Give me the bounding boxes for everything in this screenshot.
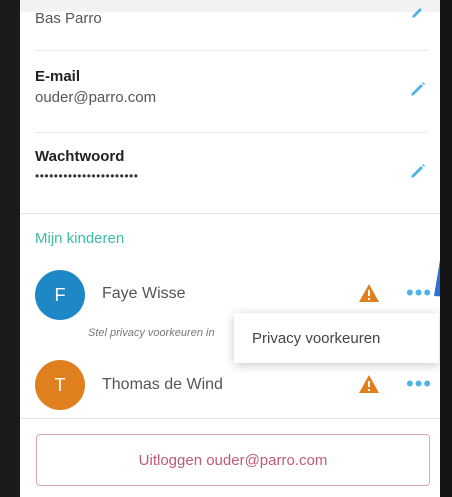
- device-frame-right: [440, 0, 452, 497]
- pencil-icon[interactable]: [408, 160, 428, 180]
- avatar: F: [35, 270, 85, 320]
- child-name[interactable]: Faye Wisse: [102, 285, 186, 303]
- divider: [35, 50, 428, 51]
- privacy-hint: Stel privacy voorkeuren in: [88, 327, 215, 339]
- email-field: E-mail ouder@parro.com: [35, 68, 430, 106]
- section-divider: [20, 418, 440, 419]
- name-field: Bas Parro: [35, 10, 430, 27]
- section-title-children: Mijn kinderen: [35, 230, 125, 247]
- warning-icon[interactable]: [358, 283, 380, 303]
- email-value: ouder@parro.com: [35, 89, 157, 106]
- screen: Bas Parro E-mail ouder@parro.com Wachtwo…: [20, 0, 440, 497]
- more-options-icon[interactable]: •••: [406, 373, 432, 395]
- logout-label: Uitloggen ouder@parro.com: [138, 451, 328, 469]
- password-field: Wachtwoord ••••••••••••••••••••••: [35, 148, 430, 183]
- section-divider: [20, 213, 440, 214]
- avatar-initial: F: [54, 284, 66, 305]
- device-frame-left: [0, 0, 20, 497]
- password-value: ••••••••••••••••••••••: [35, 169, 139, 183]
- password-label: Wachtwoord: [35, 148, 125, 165]
- divider: [35, 132, 428, 133]
- warning-icon[interactable]: [358, 374, 380, 394]
- menu-item-privacy-preferences[interactable]: Privacy voorkeuren: [252, 330, 380, 347]
- email-label: E-mail: [35, 68, 81, 85]
- avatar-initial: T: [54, 374, 66, 395]
- context-menu: Privacy voorkeuren: [234, 313, 439, 363]
- logout-button[interactable]: Uitloggen ouder@parro.com: [36, 434, 430, 486]
- pencil-icon[interactable]: [408, 2, 428, 22]
- avatar: T: [35, 360, 85, 410]
- name-value: Bas Parro: [35, 10, 102, 27]
- pencil-icon[interactable]: [408, 78, 428, 98]
- child-name[interactable]: Thomas de Wind: [102, 376, 223, 394]
- more-options-icon[interactable]: •••: [406, 282, 432, 304]
